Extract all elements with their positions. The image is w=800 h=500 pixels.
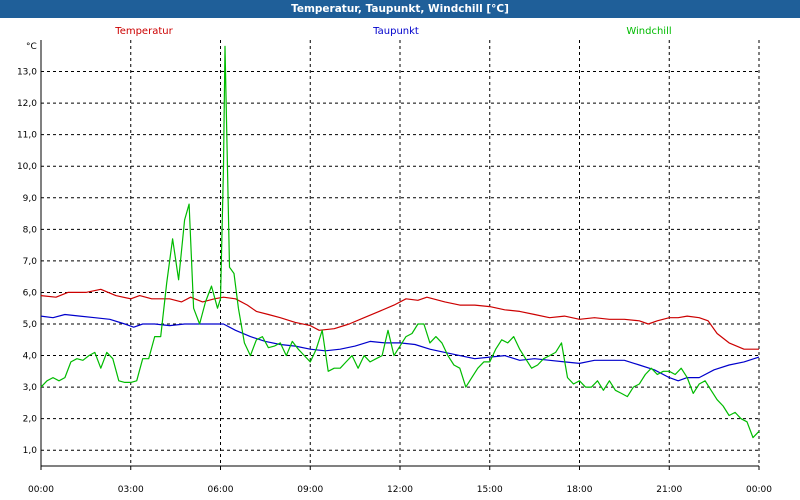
x-tick-time: 03:00 (118, 485, 144, 495)
window-title: Temperatur, Taupunkt, Windchill [°C] (291, 3, 509, 15)
x-tick-time: 15:00 (477, 485, 503, 495)
y-tick-label: 3,0 (23, 383, 38, 393)
y-tick-label: 11,0 (17, 131, 37, 141)
x-tick-time: 06:00 (208, 485, 234, 495)
legend-entry-windchill: Windchill (626, 26, 671, 37)
y-tick-label: 1,0 (23, 446, 38, 456)
x-tick-time: 21:00 (656, 485, 682, 495)
y-tick-label: 7,0 (23, 257, 38, 267)
y-tick-label: 5,0 (23, 320, 38, 330)
legend-entry-taupunkt: Taupunkt (372, 26, 419, 37)
y-tick-labels: 1,0 2,0 3,0 4,0 5,0 6,0 7,0 8,0 9,0 10,0 11,0 12,0 1… (17, 68, 37, 457)
x-tick-labels: 00:0026.12.1903:0026.12.1906:0026.12.190… (28, 485, 772, 495)
y-tick-label: 8,0 (23, 225, 38, 235)
grid (41, 40, 759, 466)
y-tick-label: 9,0 (23, 194, 38, 204)
y-tick-label: 12,0 (17, 99, 37, 109)
window-title-bar: Temperatur, Taupunkt, Windchill [°C] (0, 0, 800, 18)
legend: Temperatur Taupunkt Windchill (114, 26, 671, 37)
x-tick-time: 18:00 (567, 485, 593, 495)
y-tick-label: 2,0 (23, 415, 38, 425)
legend-entry-temperatur: Temperatur (114, 26, 173, 37)
y-axis-unit-label: °C (26, 42, 37, 52)
x-tick-time: 12:00 (387, 485, 413, 495)
line-chart: 1,0 2,0 3,0 4,0 5,0 6,0 7,0 8,0 9,0 10,0 11,0 12,0 1… (17, 26, 772, 495)
y-tick-label: 10,0 (17, 162, 37, 172)
y-tick-label: 6,0 (23, 288, 38, 298)
x-tick-time: 00:00 (28, 485, 54, 495)
y-tick-label: 13,0 (17, 68, 37, 78)
x-tick-time: 00:00 (746, 485, 772, 495)
y-tick-label: 4,0 (23, 352, 38, 362)
axes (40, 40, 760, 470)
x-tick-time: 09:00 (297, 485, 323, 495)
chart-window: Temperatur, Taupunkt, Windchill [°C] 1,0… (0, 0, 800, 500)
